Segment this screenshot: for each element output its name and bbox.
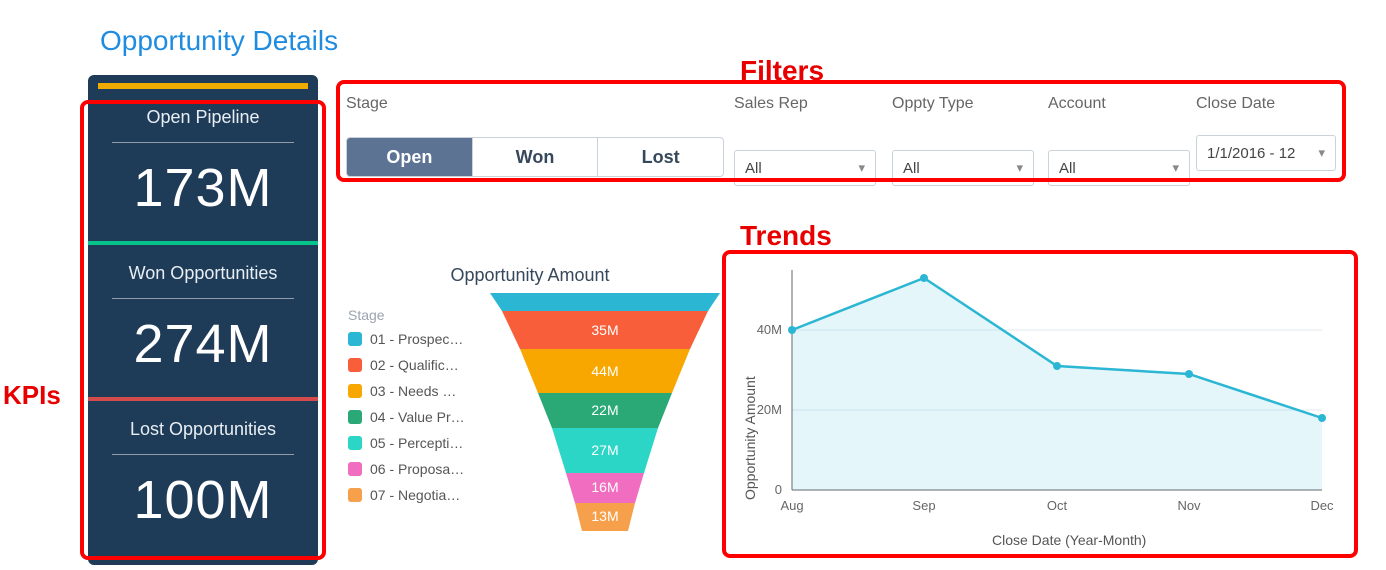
legend-item[interactable]: 06 - Proposa…: [348, 461, 465, 477]
chevron-down-icon: ▾: [1318, 145, 1325, 161]
stage-filter-label: Stage: [346, 95, 726, 113]
svg-text:0: 0: [775, 482, 782, 497]
svg-text:Aug: Aug: [780, 498, 803, 513]
stage-lost-button[interactable]: Lost: [598, 138, 723, 176]
trend-x-axis-label: Close Date (Year-Month): [992, 532, 1146, 548]
funnel-legend: Stage 01 - Prospec… 02 - Qualific… 03 - …: [348, 307, 465, 513]
legend-item[interactable]: 03 - Needs …: [348, 383, 465, 399]
kpi-panel: Open Pipeline 173M Won Opportunities 274…: [88, 75, 318, 565]
kpi-value: 173M: [100, 157, 306, 219]
svg-text:Nov: Nov: [1177, 498, 1201, 513]
kpi-lost-opportunities[interactable]: Lost Opportunities 100M: [88, 405, 318, 541]
sales-rep-dropdown[interactable]: All ▾: [734, 150, 876, 186]
annotation-filters: Filters: [740, 55, 824, 87]
funnel-chart[interactable]: Opportunity Amount Stage 01 - Prospec… 0…: [340, 265, 720, 560]
annotation-trends: Trends: [740, 220, 832, 252]
svg-text:Dec: Dec: [1310, 498, 1334, 513]
page-title: Opportunity Details: [100, 25, 338, 57]
kpi-value: 274M: [100, 313, 306, 375]
funnel-svg: 35M 44M 22M 27M 16M 13M: [490, 293, 720, 553]
kpi-divider-green: [88, 241, 318, 245]
legend-item[interactable]: 07 - Negotia…: [348, 487, 465, 503]
chevron-down-icon: ▾: [1172, 160, 1179, 176]
kpi-label: Open Pipeline: [100, 107, 306, 128]
stage-open-button[interactable]: Open: [347, 138, 473, 176]
kpi-label: Lost Opportunities: [100, 419, 306, 440]
annotation-kpis: KPIs: [3, 380, 61, 411]
trend-y-axis-label: Opportunity Amount: [742, 376, 758, 500]
kpi-open-pipeline[interactable]: Open Pipeline 173M: [88, 93, 318, 229]
trend-chart[interactable]: Opportunity Amount 0 20M 40M Aug Sep Oct…: [742, 260, 1342, 550]
kpi-divider-red: [88, 397, 318, 401]
svg-text:35M: 35M: [591, 322, 618, 338]
legend-item[interactable]: 02 - Qualific…: [348, 357, 465, 373]
legend-item[interactable]: 04 - Value Pr…: [348, 409, 465, 425]
sales-rep-value: All: [745, 160, 762, 177]
svg-text:Oct: Oct: [1047, 498, 1068, 513]
kpi-won-opportunities[interactable]: Won Opportunities 274M: [88, 249, 318, 385]
trend-svg: 0 20M 40M Aug Sep Oct Nov Dec: [742, 260, 1342, 520]
svg-text:44M: 44M: [591, 363, 618, 379]
chevron-down-icon: ▾: [1016, 160, 1023, 176]
oppty-type-value: All: [903, 160, 920, 177]
svg-text:27M: 27M: [591, 442, 618, 458]
account-dropdown[interactable]: All ▾: [1048, 150, 1190, 186]
account-value: All: [1059, 160, 1076, 177]
stage-segmented-control[interactable]: Open Won Lost: [346, 137, 724, 177]
chevron-down-icon: ▾: [858, 160, 865, 176]
kpi-label: Won Opportunities: [100, 263, 306, 284]
kpi-accent: [98, 83, 308, 89]
legend-item[interactable]: 01 - Prospec…: [348, 331, 465, 347]
sales-rep-filter-label: Sales Rep: [734, 95, 808, 113]
close-date-value: 1/1/2016 - 12: [1207, 145, 1295, 162]
svg-text:20M: 20M: [757, 402, 782, 417]
funnel-legend-header: Stage: [348, 307, 465, 323]
legend-item[interactable]: 05 - Percepti…: [348, 435, 465, 451]
svg-text:22M: 22M: [591, 402, 618, 418]
kpi-value: 100M: [100, 469, 306, 531]
svg-text:13M: 13M: [591, 508, 618, 524]
svg-text:40M: 40M: [757, 322, 782, 337]
svg-text:16M: 16M: [591, 479, 618, 495]
close-date-filter-label: Close Date: [1196, 95, 1275, 113]
oppty-type-filter-label: Oppty Type: [892, 95, 974, 113]
funnel-title: Opportunity Amount: [340, 265, 720, 286]
account-filter-label: Account: [1048, 95, 1106, 113]
filters-row: Stage Open Won Lost Sales Rep All ▾ Oppt…: [346, 95, 1336, 175]
svg-text:Sep: Sep: [912, 498, 935, 513]
oppty-type-dropdown[interactable]: All ▾: [892, 150, 1034, 186]
close-date-dropdown[interactable]: 1/1/2016 - 12 ▾: [1196, 135, 1336, 171]
stage-won-button[interactable]: Won: [473, 138, 599, 176]
